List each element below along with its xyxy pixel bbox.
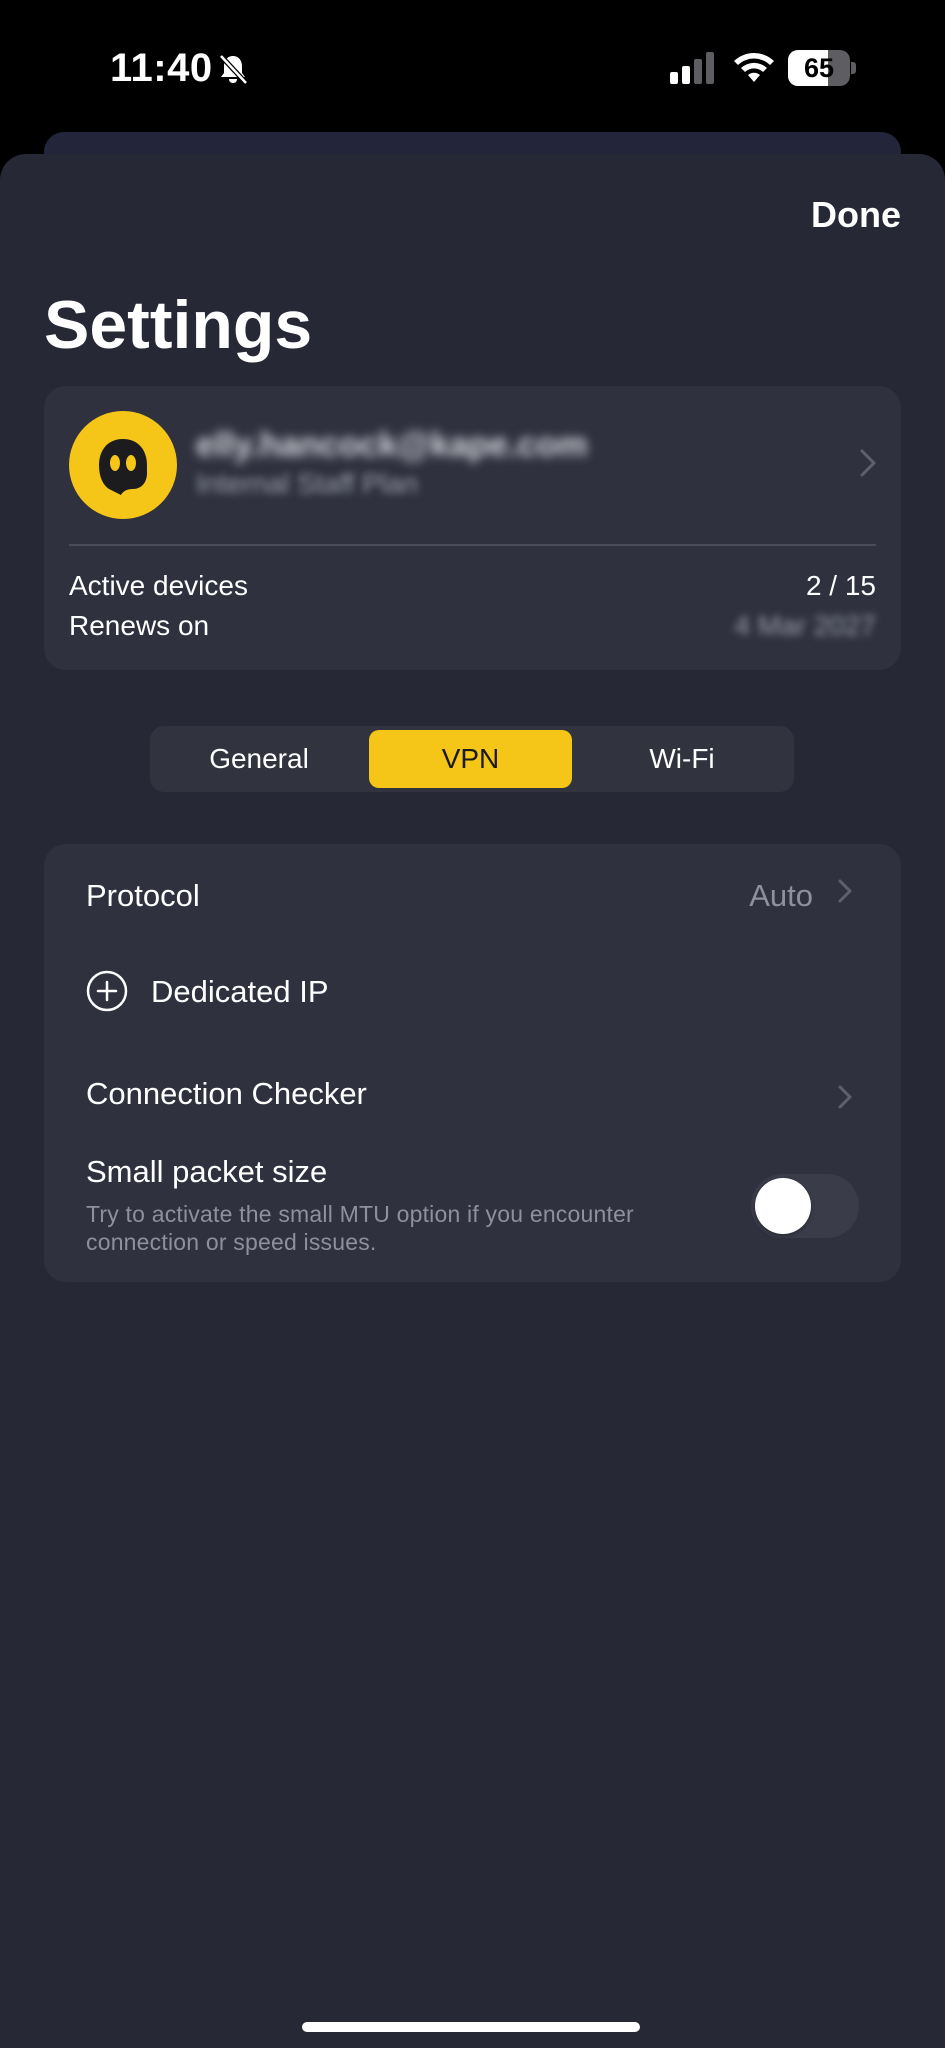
toggle-knob — [755, 1178, 811, 1234]
protocol-label: Protocol — [86, 878, 200, 913]
vpn-settings-card: Protocol Auto Dedicated IP Connection Ch… — [44, 844, 901, 1282]
small-packet-label: Small packet size — [86, 1154, 328, 1189]
battery-nub — [851, 62, 856, 74]
small-packet-description: Try to activate the small MTU option if … — [86, 1201, 634, 1255]
protocol-row[interactable]: Protocol Auto — [86, 872, 859, 922]
renews-row: Renews on 4 Mar 2027 — [69, 610, 876, 646]
divider — [69, 544, 876, 546]
settings-sheet: Done Settings elly.hancock@kape.com Inte… — [0, 154, 945, 2048]
status-bar: 11:40 65 — [0, 0, 945, 140]
small-packet-toggle[interactable] — [751, 1174, 859, 1238]
renews-label: Renews on — [69, 610, 210, 641]
battery-icon: 65 — [788, 50, 856, 86]
account-plan: Internal Staff Plan — [196, 468, 419, 499]
protocol-value: Auto — [749, 878, 813, 913]
home-indicator — [302, 2022, 640, 2032]
account-card[interactable]: elly.hancock@kape.com Internal Staff Pla… — [44, 386, 901, 670]
battery-shell: 65 — [788, 50, 850, 86]
plus-circle-icon — [86, 970, 128, 1012]
ghost-logo-icon — [69, 411, 177, 519]
done-button[interactable]: Done — [811, 194, 901, 236]
status-time: 11:40 — [110, 46, 213, 90]
screen: 11:40 65 Done Settings elly.hancock@kape… — [0, 0, 945, 2048]
battery-percent: 65 — [803, 53, 835, 83]
renews-value: 4 Mar 2027 — [734, 610, 876, 641]
chevron-right-icon — [838, 1085, 852, 1109]
active-devices-label: Active devices — [69, 570, 248, 601]
connection-checker-row[interactable]: Connection Checker — [86, 1070, 859, 1120]
active-devices-value: 2 / 15 — [805, 570, 876, 601]
account-email: elly.hancock@kape.com — [196, 426, 588, 464]
chevron-right-icon — [860, 449, 876, 477]
tab-wifi[interactable]: Wi-Fi — [574, 730, 790, 788]
dedicated-ip-label: Dedicated IP — [151, 974, 329, 1009]
tab-vpn[interactable]: VPN — [369, 730, 572, 788]
bell-slash-icon — [219, 54, 248, 85]
page-title: Settings — [44, 287, 313, 363]
wifi-icon — [734, 53, 774, 82]
small-packet-row: Small packet size Try to activate the sm… — [86, 1154, 859, 1264]
dedicated-ip-row[interactable]: Dedicated IP — [86, 968, 859, 1018]
settings-tabs: General VPN Wi-Fi — [150, 726, 794, 792]
cellular-signal-icon — [670, 52, 714, 84]
chevron-right-icon — [838, 879, 852, 903]
active-devices-row: Active devices 2 / 15 — [69, 570, 876, 606]
connection-checker-label: Connection Checker — [86, 1076, 367, 1111]
tab-general[interactable]: General — [154, 730, 364, 788]
